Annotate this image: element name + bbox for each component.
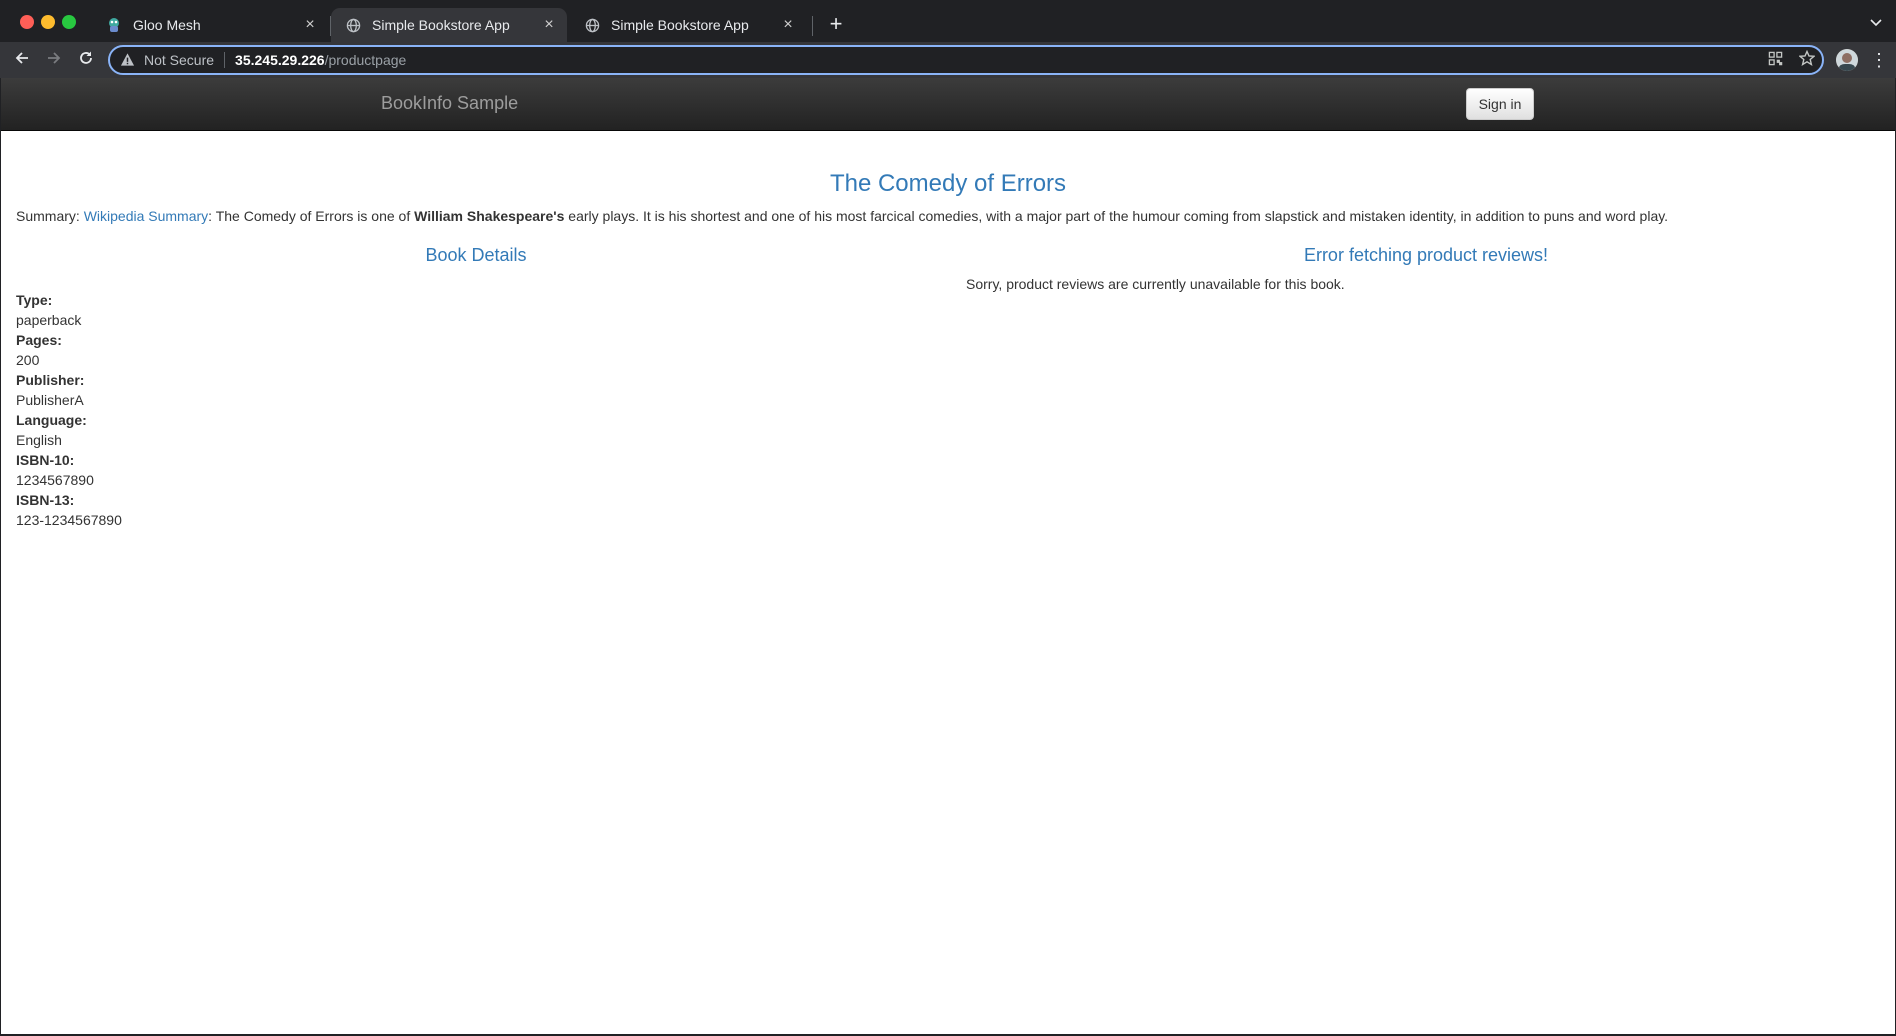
sign-in-button[interactable]: Sign in <box>1466 88 1534 120</box>
page-viewport: BookInfo Sample Sign in The Comedy of Er… <box>1 78 1895 1034</box>
address-divider <box>224 52 226 68</box>
navbar-brand[interactable]: BookInfo Sample <box>381 93 518 114</box>
browser-toolbar: Not Secure 35.245.29.226/productpage ⋮ <box>0 42 1896 78</box>
book-title: The Comedy of Errors <box>829 170 1067 197</box>
qr-code-share-icon[interactable] <box>1764 47 1786 69</box>
tab-simple-bookstore[interactable]: Simple Bookstore App × <box>570 8 806 42</box>
warning-triangle-icon[interactable] <box>120 52 136 68</box>
reviews-error-heading: Error fetching product reviews! <box>1303 245 1549 265</box>
tab-simple-bookstore-active[interactable]: Simple Bookstore App × <box>331 8 567 42</box>
detail-label: Type: <box>16 292 53 308</box>
detail-value: 123-1234567890 <box>16 512 122 528</box>
zoom-window-button[interactable] <box>62 15 76 29</box>
close-tab-icon[interactable]: × <box>541 17 557 33</box>
minimize-window-button[interactable] <box>41 15 55 29</box>
summary-prefix: Summary: <box>16 208 84 224</box>
bookmark-star-icon[interactable] <box>1796 47 1818 69</box>
globe-icon <box>345 17 361 33</box>
summary-text-rest: early plays. It is his shortest and one … <box>564 208 1669 224</box>
back-arrow-icon[interactable] <box>10 48 34 72</box>
summary-author: William Shakespeare's <box>414 208 565 224</box>
tab-gloo-mesh[interactable]: Gloo Mesh × <box>92 8 328 42</box>
address-bar[interactable]: Not Secure 35.245.29.226/productpage <box>108 45 1824 75</box>
detail-value: English <box>16 432 62 448</box>
detail-value: paperback <box>16 312 82 328</box>
reload-icon[interactable] <box>74 48 98 72</box>
reviews-unavailable-message: Sorry, product reviews are currently una… <box>966 276 1345 292</box>
detail-label: ISBN-10: <box>16 452 75 468</box>
url-path: /productpage <box>324 52 407 68</box>
close-tab-icon[interactable]: × <box>780 17 796 33</box>
browser-menu-kebab-icon[interactable]: ⋮ <box>1870 49 1888 71</box>
app-navbar: BookInfo Sample Sign in <box>1 78 1895 131</box>
close-window-button[interactable] <box>20 15 34 29</box>
tab-title: Simple Bookstore App <box>372 17 510 33</box>
profile-avatar[interactable] <box>1836 49 1858 71</box>
url-host: 35.245.29.226 <box>235 52 325 68</box>
close-tab-icon[interactable]: × <box>302 17 318 33</box>
detail-value: 200 <box>16 352 40 368</box>
gloo-mesh-favicon-icon <box>106 17 122 33</box>
detail-label: Pages: <box>16 332 62 348</box>
security-status-label[interactable]: Not Secure <box>144 52 214 68</box>
tab-separator <box>812 16 813 36</box>
tab-title: Simple Bookstore App <box>611 17 749 33</box>
tab-search-chevron-icon[interactable] <box>1870 14 1882 30</box>
detail-label: Publisher: <box>16 372 85 388</box>
book-summary: Summary: Wikipedia Summary: The Comedy o… <box>16 208 1668 224</box>
wikipedia-summary-link[interactable]: Wikipedia Summary <box>84 208 208 224</box>
book-details-list: Type: paperback Pages: 200 Publisher: Pu… <box>16 290 122 530</box>
forward-arrow-icon[interactable] <box>42 48 66 72</box>
detail-value: PublisherA <box>16 392 84 408</box>
detail-label: Language: <box>16 412 87 428</box>
book-details-heading: Book Details <box>425 245 527 265</box>
browser-window-frame: Gloo Mesh × Simple Bookstore App × Simpl… <box>0 0 1896 78</box>
summary-text: : The Comedy of Errors is one of <box>208 208 415 224</box>
tab-title: Gloo Mesh <box>133 17 201 33</box>
new-tab-plus-icon[interactable]: + <box>824 12 848 36</box>
globe-icon <box>584 17 600 33</box>
detail-label: ISBN-13: <box>16 492 75 508</box>
detail-value: 1234567890 <box>16 472 94 488</box>
